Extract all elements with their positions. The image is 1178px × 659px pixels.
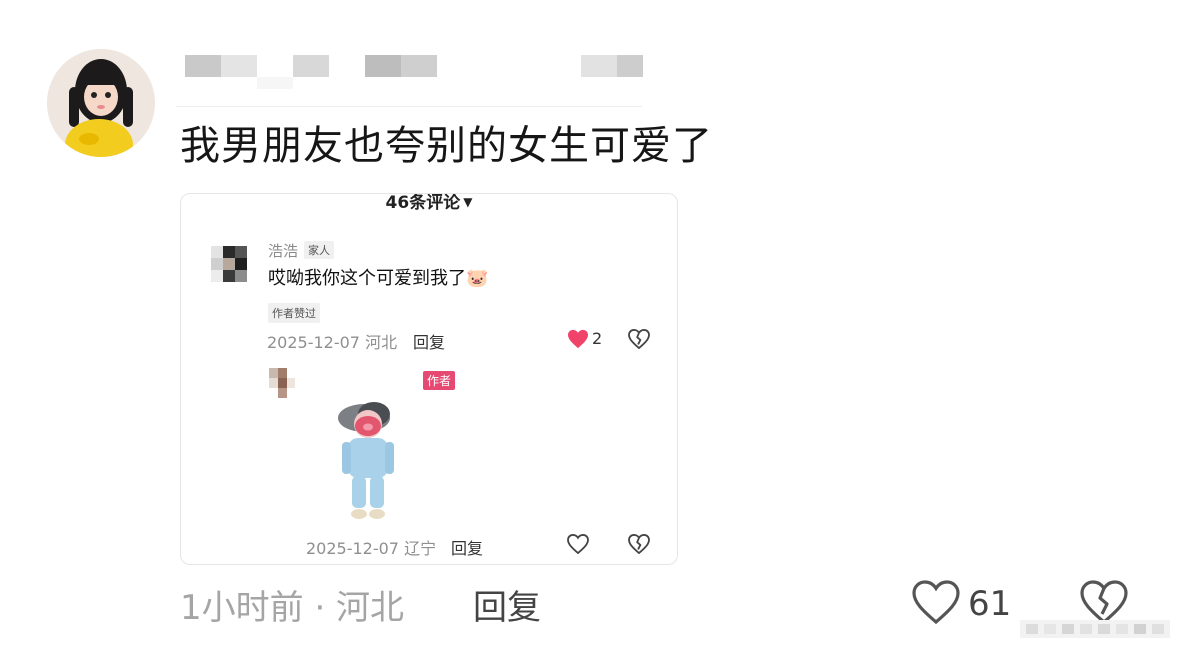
dislike-button[interactable] xyxy=(628,534,650,558)
watermark xyxy=(1020,610,1170,646)
heart-icon xyxy=(567,533,589,555)
caret-down-icon: ▼ xyxy=(463,195,473,209)
reply-button[interactable]: 回复 xyxy=(473,580,541,629)
like-count: 61 xyxy=(968,584,1012,624)
author-tag: 作者 xyxy=(423,371,456,390)
comment-count-header: 46条评论 ▼ xyxy=(181,194,677,213)
commenter-name[interactable]: 浩浩 xyxy=(268,242,298,260)
username-mosaic[interactable] xyxy=(185,55,645,105)
like-button[interactable] xyxy=(912,580,960,628)
divider xyxy=(176,106,642,107)
like-button[interactable] xyxy=(567,329,589,353)
comment-count-label: 46条评论 xyxy=(385,193,461,213)
commenter-name-row: 浩浩 家人 xyxy=(268,240,335,261)
commenter-avatar[interactable] xyxy=(201,238,257,294)
like-button[interactable] xyxy=(567,533,589,558)
heart-icon xyxy=(568,329,588,349)
comment-date-location: 2025-12-07 河北 xyxy=(267,333,398,352)
author-liked-badge: 作者赞过 xyxy=(268,303,320,323)
post-time-location: 1小时前 · 河北 xyxy=(180,588,405,628)
reply-button[interactable]: 回复 xyxy=(413,329,445,353)
relation-tag: 家人 xyxy=(304,241,335,259)
dislike-button[interactable] xyxy=(628,329,650,353)
sticker-image[interactable] xyxy=(336,394,406,530)
author-avatar[interactable] xyxy=(269,368,295,398)
heart-icon xyxy=(912,580,960,625)
like-count: 2 xyxy=(592,329,603,348)
avatar[interactable] xyxy=(47,49,155,157)
reply-button[interactable]: 回复 xyxy=(451,535,483,559)
embedded-screenshot[interactable]: 46条评论 ▼ 浩浩 家人 哎呦我你这个可爱到我了🐷 作者赞过 2025-12-07… xyxy=(180,193,678,565)
broken-heart-icon xyxy=(628,534,650,554)
comment-date-location: 2025-12-07 辽宁 xyxy=(306,539,437,558)
broken-heart-icon xyxy=(628,329,650,349)
comment-text: 我男朋友也夸别的女生可爱了 xyxy=(180,123,713,169)
embedded-comment-text: 哎呦我你这个可爱到我了🐷 xyxy=(268,268,489,289)
